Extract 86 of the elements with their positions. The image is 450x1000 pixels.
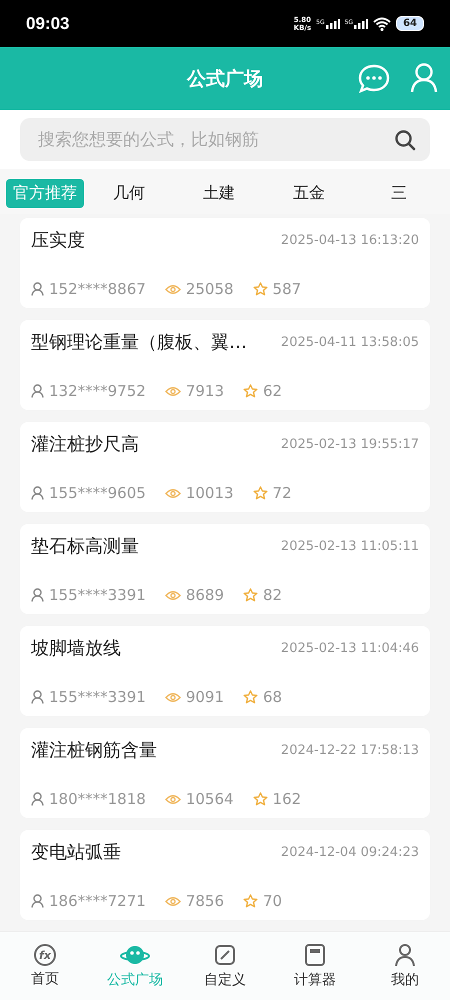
formula-date: 2025-04-13 16:13:20 <box>280 232 419 248</box>
nav-tab[interactable]: fx 首页 <box>0 932 90 1000</box>
author-id: 152****8867 <box>49 280 146 298</box>
author-id: 155****3391 <box>49 688 146 706</box>
author-id: 186****7271 <box>49 892 146 910</box>
edit-icon <box>213 943 237 967</box>
formula-card[interactable]: 垫石标高测量 2025-02-13 11:05:11 155****3391 8689 82 <box>20 524 430 614</box>
star-icon <box>252 282 268 296</box>
signal-icon <box>354 18 368 28</box>
person-icon <box>31 588 44 602</box>
category-tab[interactable]: 三 <box>354 179 444 208</box>
formula-icon: fx <box>34 944 56 966</box>
formula-date: 2025-02-13 19:55:17 <box>280 436 419 452</box>
formula-title: 灌注桩抄尺高 <box>31 433 139 456</box>
favorite-count: 70 <box>263 892 282 910</box>
person-icon <box>31 894 44 908</box>
formula-card[interactable]: 灌注桩抄尺高 2025-02-13 19:55:17 155****9605 10013 72 <box>20 422 430 512</box>
star-icon <box>252 486 268 500</box>
eye-icon <box>164 488 181 498</box>
person-icon <box>31 792 44 806</box>
chat-icon[interactable] <box>358 64 390 94</box>
eye-icon <box>164 386 181 396</box>
formula-card[interactable]: 灌注桩钢筋含量 2024-12-22 17:58:13 180****1818 10564 162 <box>20 728 430 818</box>
eye-icon <box>164 794 181 804</box>
star-icon <box>243 588 258 602</box>
eye-icon <box>164 284 181 294</box>
category-tab[interactable]: 五金 <box>264 179 354 208</box>
view-count: 10013 <box>186 484 234 502</box>
favorite-count: 68 <box>263 688 282 706</box>
signal-icon <box>326 18 340 28</box>
formula-title: 型钢理论重量（腹板、翼… <box>31 331 247 354</box>
formula-date: 2025-02-13 11:05:11 <box>280 538 419 554</box>
search-icon[interactable] <box>394 129 416 151</box>
favorite-count: 162 <box>272 790 302 808</box>
nav-tab[interactable]: 自定义 <box>180 932 270 1000</box>
eye-icon <box>164 590 181 600</box>
favorite-count: 72 <box>272 484 292 502</box>
user-icon[interactable] <box>410 63 438 93</box>
battery-level: 64 <box>396 16 424 31</box>
person-icon <box>31 690 44 704</box>
profile-icon <box>394 943 416 967</box>
eye-icon <box>164 896 181 906</box>
view-count: 9091 <box>186 688 224 706</box>
formula-title: 变电站弧垂 <box>31 841 121 864</box>
view-count: 7856 <box>186 892 224 910</box>
star-icon <box>243 894 258 908</box>
star-icon <box>252 792 268 806</box>
category-tab[interactable]: 土建 <box>174 179 264 208</box>
nav-tab[interactable]: 计算器 <box>270 932 360 1000</box>
formula-date: 2025-02-13 11:04:46 <box>280 640 419 656</box>
favorite-count: 62 <box>263 382 282 400</box>
view-count: 7913 <box>186 382 224 400</box>
person-icon <box>31 384 44 398</box>
person-icon <box>31 282 44 296</box>
nav-tab[interactable]: 我的 <box>360 932 450 1000</box>
formula-card[interactable]: 型钢理论重量（腹板、翼… 2025-04-11 13:58:05 132****9752 7913 62 <box>20 320 430 410</box>
formula-title: 灌注桩钢筋含量 <box>31 739 157 762</box>
favorite-count: 587 <box>272 280 302 298</box>
search-field[interactable]: 搜索您想要的公式，比如钢筋 <box>20 118 430 161</box>
person-icon <box>31 486 44 500</box>
author-id: 155****3391 <box>49 586 146 604</box>
star-icon <box>243 384 258 398</box>
author-id: 180****1818 <box>49 790 146 808</box>
eye-icon <box>164 692 181 702</box>
star-icon <box>243 690 258 704</box>
formula-card[interactable]: 坡脚墙放线 2025-02-13 11:04:46 155****3391 9091 68 <box>20 626 430 716</box>
author-id: 132****9752 <box>49 382 146 400</box>
formula-title: 垫石标高测量 <box>31 535 139 558</box>
view-count: 25058 <box>186 280 234 298</box>
formula-card[interactable]: 压实度 2025-04-13 16:13:20 152****8867 25058 587 <box>20 218 430 308</box>
formula-title: 坡脚墙放线 <box>31 637 121 660</box>
formula-date: 2024-12-04 09:24:23 <box>280 844 419 860</box>
view-count: 10564 <box>186 790 234 808</box>
view-count: 8689 <box>186 586 224 604</box>
formula-date: 2024-12-22 17:58:13 <box>280 742 419 758</box>
page-title: 公式广场 <box>187 66 263 92</box>
calculator-icon <box>304 943 326 967</box>
wifi-icon <box>373 16 392 30</box>
formula-date: 2025-04-11 13:58:05 <box>280 334 419 350</box>
formula-card[interactable]: 变电站弧垂 2024-12-04 09:24:23 186****7271 7856 70 <box>20 830 430 920</box>
formula-title: 压实度 <box>31 229 85 252</box>
author-id: 155****9605 <box>49 484 146 502</box>
category-tab[interactable]: 几何 <box>84 179 174 208</box>
status-time: 09:03 <box>26 14 70 34</box>
favorite-count: 82 <box>263 586 282 604</box>
planet-icon <box>120 943 150 967</box>
